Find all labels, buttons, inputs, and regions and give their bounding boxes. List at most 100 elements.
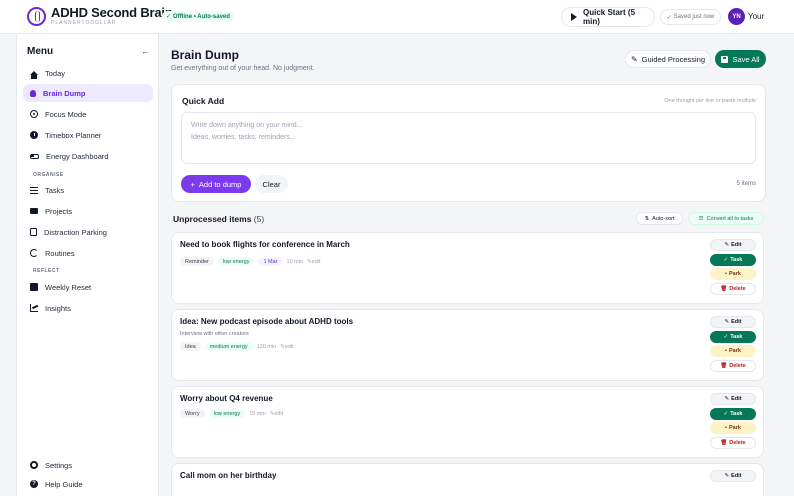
park-button[interactable]: ▪ Park: [710, 422, 756, 434]
plus-icon: +: [190, 179, 195, 189]
pencil-icon: ✎: [724, 473, 730, 479]
check-icon: ✓: [666, 14, 672, 21]
task-label: Task: [730, 256, 743, 263]
guided-processing-button[interactable]: ✎ Guided Processing: [625, 50, 711, 68]
type-chip: Reminder: [180, 257, 214, 266]
inline-edit-link[interactable]: ✎edit: [307, 259, 320, 265]
unprocessed-title: Unprocessed items (5): [173, 214, 264, 224]
quick-add-card: Quick Add One thought per line or paste …: [171, 84, 766, 202]
sidebar-item-brain-dump[interactable]: Brain Dump: [23, 84, 153, 102]
item-tags: Worry low energy 15 min ✎edit: [180, 409, 283, 418]
user-name[interactable]: Your: [748, 12, 764, 21]
task-label: Task: [730, 410, 743, 417]
sidebar-item-insights[interactable]: Insights: [23, 299, 153, 317]
delete-button[interactable]: 🗑 Delete: [710, 359, 756, 372]
quick-start-button[interactable]: Quick Start (5 min): [561, 7, 655, 27]
sidebar-item-tasks[interactable]: Tasks: [23, 181, 153, 199]
sidebar-item-energy-dashboard[interactable]: Energy Dashboard: [23, 147, 153, 165]
task-label: Task: [730, 333, 743, 340]
pencil-icon: ✎: [724, 242, 730, 248]
collapse-arrow-icon[interactable]: ←: [141, 46, 150, 56]
item-tags: Idea medium energy 120 min ✎edit: [180, 342, 294, 351]
check-icon: ✓: [723, 256, 729, 263]
calendar-icon: [30, 283, 38, 291]
inline-edit-link[interactable]: ✎edit: [270, 411, 283, 417]
auto-sort-label: Auto-sort: [652, 215, 675, 222]
edit-button[interactable]: ✎ Edit: [710, 316, 756, 328]
edit-label: Edit: [731, 242, 742, 248]
section-label-organise: ORGANISE: [33, 172, 64, 178]
sidebar-item-label: Insights: [45, 303, 71, 313]
list-icon: ☰: [698, 215, 704, 222]
inline-edit-link[interactable]: ✎edit: [280, 344, 293, 350]
quick-start-label: Quick Start (5 min): [583, 8, 636, 26]
energy-chip: low energy: [208, 409, 246, 418]
parking-icon: ▪: [725, 425, 727, 431]
sidebar-item-label: Timebox Planner: [45, 130, 102, 140]
sidebar-item-help-guide[interactable]: ? Help Guide: [23, 475, 153, 493]
gear-icon: [30, 461, 38, 469]
delete-label: Delete: [729, 439, 746, 446]
dump-item[interactable]: Call mom on her birthday ✎ Edit: [171, 463, 764, 496]
save-icon: [721, 55, 729, 63]
delete-label: Delete: [729, 362, 746, 369]
list-icon: [30, 186, 38, 194]
sidebar-item-focus-mode[interactable]: Focus Mode: [23, 105, 153, 123]
park-button[interactable]: ▪ Park: [710, 345, 756, 357]
sidebar-item-label: Weekly Reset: [45, 282, 92, 292]
delete-button[interactable]: 🗑 Delete: [710, 282, 756, 295]
task-button[interactable]: ✓ Task: [710, 330, 756, 343]
clear-button[interactable]: Clear: [255, 175, 288, 193]
dump-item[interactable]: Idea: New podcast episode about ADHD too…: [171, 309, 764, 381]
add-to-dump-button[interactable]: + Add to dump: [181, 175, 251, 193]
sidebar-item-projects[interactable]: Projects: [23, 202, 153, 220]
sidebar-item-label: Routines: [45, 248, 75, 258]
sidebar-item-routines[interactable]: Routines: [23, 244, 153, 262]
item-actions: ✎ Edit ✓ Task ▪ Park 🗑 Delete: [710, 393, 756, 449]
brand-title: ADHD Second Brain: [51, 5, 173, 20]
sidebar-item-today[interactable]: Today: [23, 64, 153, 82]
park-label: Park: [729, 271, 741, 277]
pencil-icon: ✎: [630, 54, 638, 64]
sidebar-item-label: Today: [45, 68, 66, 78]
section-label-reflect: REFLECT: [33, 268, 60, 274]
sidebar-item-settings[interactable]: Settings: [23, 456, 153, 474]
quick-add-title: Quick Add: [182, 96, 225, 106]
sidebar-item-weekly-reset[interactable]: Weekly Reset: [23, 278, 153, 296]
park-button[interactable]: ▪ Park: [710, 268, 756, 280]
edit-button[interactable]: ✎ Edit: [710, 470, 756, 482]
sidebar-item-timebox-planner[interactable]: Timebox Planner: [23, 126, 153, 144]
sidebar-item-distraction-parking[interactable]: Distraction Parking: [23, 223, 153, 241]
item-count: 5 items: [736, 181, 756, 187]
page-title: Brain Dump: [171, 48, 240, 62]
save-all-label: Save All: [732, 54, 760, 64]
avatar[interactable]: YN: [728, 8, 745, 25]
delete-label: Delete: [729, 285, 746, 292]
saved-status-text: Saved just now: [673, 14, 715, 20]
edit-button[interactable]: ✎ Edit: [710, 393, 756, 405]
dump-item[interactable]: Worry about Q4 revenue Worry low energy …: [171, 386, 764, 458]
dump-item[interactable]: Need to book flights for conference in M…: [171, 232, 764, 304]
energy-chip: low energy: [217, 257, 255, 266]
task-button[interactable]: ✓ Task: [710, 253, 756, 266]
target-icon: [30, 110, 38, 118]
item-title: Idea: New podcast episode about ADHD too…: [180, 317, 354, 326]
check-icon: ✓: [166, 14, 172, 20]
item-tags: Reminder low energy 1 Mar 10 min ✎edit: [180, 257, 321, 266]
menu-title: Menu: [27, 46, 54, 57]
convert-all-button[interactable]: ☰ Convert all to tasks: [688, 212, 764, 225]
check-icon: ✓: [723, 333, 729, 340]
auto-sort-button[interactable]: ⇅ Auto-sort: [636, 212, 683, 225]
unprocessed-title-text: Unprocessed items: [173, 214, 252, 224]
time-estimate: 120 min: [256, 343, 277, 350]
help-icon: ?: [30, 480, 38, 488]
brain-dump-textarea[interactable]: [181, 112, 756, 164]
edit-label: Edit: [731, 319, 742, 325]
delete-button[interactable]: 🗑 Delete: [710, 436, 756, 449]
save-all-button[interactable]: Save All: [715, 50, 766, 68]
pencil-icon: ✎: [724, 396, 730, 402]
item-description: Interview with other creators: [180, 331, 249, 337]
add-to-dump-label: Add to dump: [198, 179, 242, 189]
edit-button[interactable]: ✎ Edit: [710, 239, 756, 251]
task-button[interactable]: ✓ Task: [710, 407, 756, 420]
